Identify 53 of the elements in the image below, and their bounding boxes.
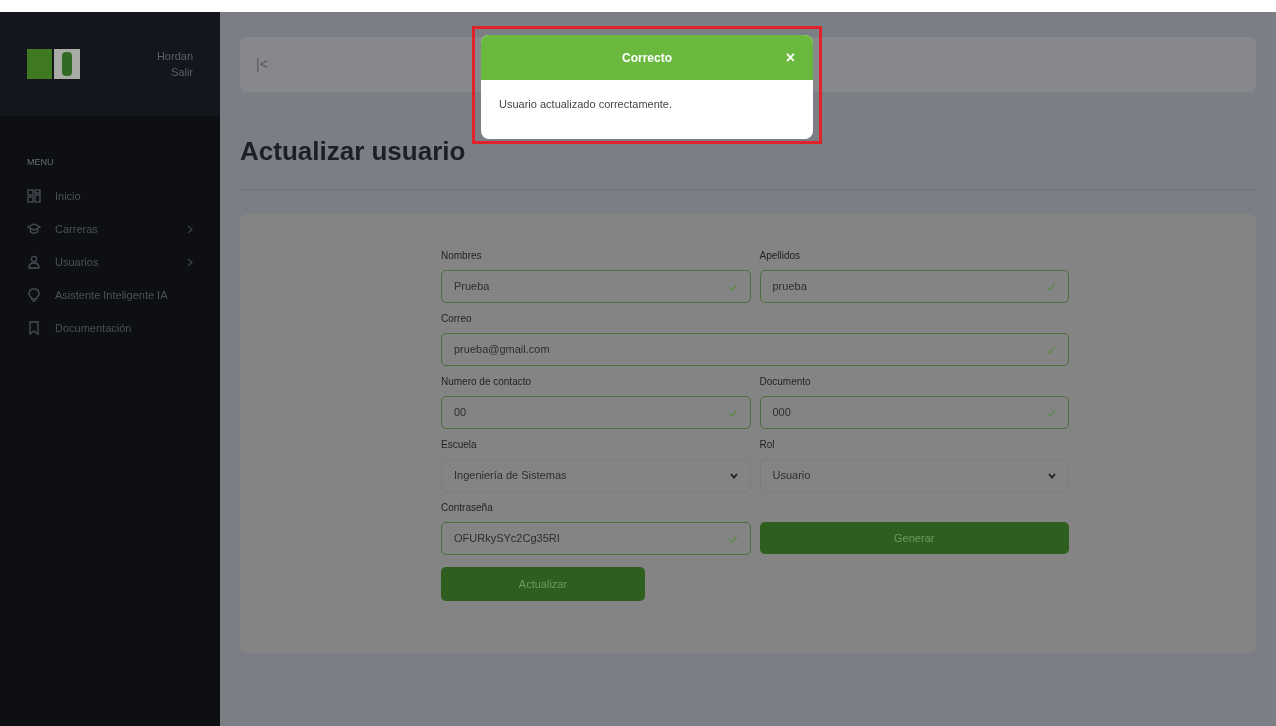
field-label: Nombres [441, 248, 483, 263]
check-icon [1046, 408, 1056, 417]
field-label: Escuela [441, 437, 478, 452]
field-value: Usuario [772, 468, 812, 484]
field-value: OFURkySYc2Cg35RI [454, 531, 561, 547]
input-field[interactable]: 00 [441, 396, 751, 429]
page-title: Actualizar usuario [240, 135, 467, 168]
input-field[interactable]: OFURkySYc2Cg35RI [441, 522, 751, 555]
grid-icon [27, 189, 41, 203]
bookmark-icon [27, 321, 41, 335]
select-field[interactable]: Ingeniería de Sistemas [441, 459, 751, 492]
input-field[interactable]: prueba [759, 270, 1069, 303]
select-field[interactable]: Usuario [759, 459, 1069, 492]
toast-title: Correcto [622, 49, 672, 67]
field-value: Ingeniería de Sistemas [454, 468, 568, 484]
user-name: Hordan [156, 49, 193, 64]
close-button[interactable]: × [785, 45, 795, 70]
field-label: Documento [759, 374, 812, 389]
menu-item[interactable]: Carreras [0, 212, 220, 246]
graduation-cap-icon [27, 222, 41, 236]
field-label: Correo [441, 311, 473, 326]
generate-button[interactable]: Generar [759, 522, 1069, 554]
menu-item[interactable]: Asistente Inteligente IA [0, 278, 220, 312]
logo-icon [27, 49, 80, 79]
menu-heading: MENU [26, 156, 55, 169]
field-label: Contraseña [441, 500, 494, 515]
field-value: prueba@gmail.com [454, 342, 551, 358]
update-button[interactable]: Actualizar [441, 567, 645, 601]
caret-icon [729, 472, 738, 479]
logout-link[interactable]: Salir [156, 64, 193, 80]
field-label: Apellidos [759, 248, 802, 263]
field-value: 000 [772, 405, 792, 421]
menu-item[interactable]: Inicio [0, 179, 220, 213]
toast-message: Usuario actualizado correctamente. [498, 97, 674, 112]
check-icon [727, 282, 738, 291]
field-value: 00 [454, 405, 468, 421]
field-value: prueba [772, 279, 808, 295]
check-icon [727, 408, 738, 417]
menu-item[interactable]: Documentación [0, 311, 220, 345]
input-field[interactable]: Prueba [441, 270, 751, 303]
user-icon [27, 255, 41, 269]
input-field[interactable]: prueba@gmail.com [441, 333, 1069, 366]
field-label: Numero de contacto [441, 374, 533, 389]
field-label: Rol [759, 437, 776, 452]
check-icon [727, 534, 738, 543]
caret-icon [1048, 472, 1056, 479]
bulb-icon [27, 288, 41, 302]
input-field[interactable]: 000 [759, 396, 1069, 429]
menu-item[interactable]: Usuarios [0, 245, 220, 279]
collapse-button[interactable]: |< [256, 54, 268, 75]
field-value: Prueba [454, 279, 491, 295]
check-icon [1046, 345, 1056, 354]
check-icon [1046, 282, 1056, 291]
